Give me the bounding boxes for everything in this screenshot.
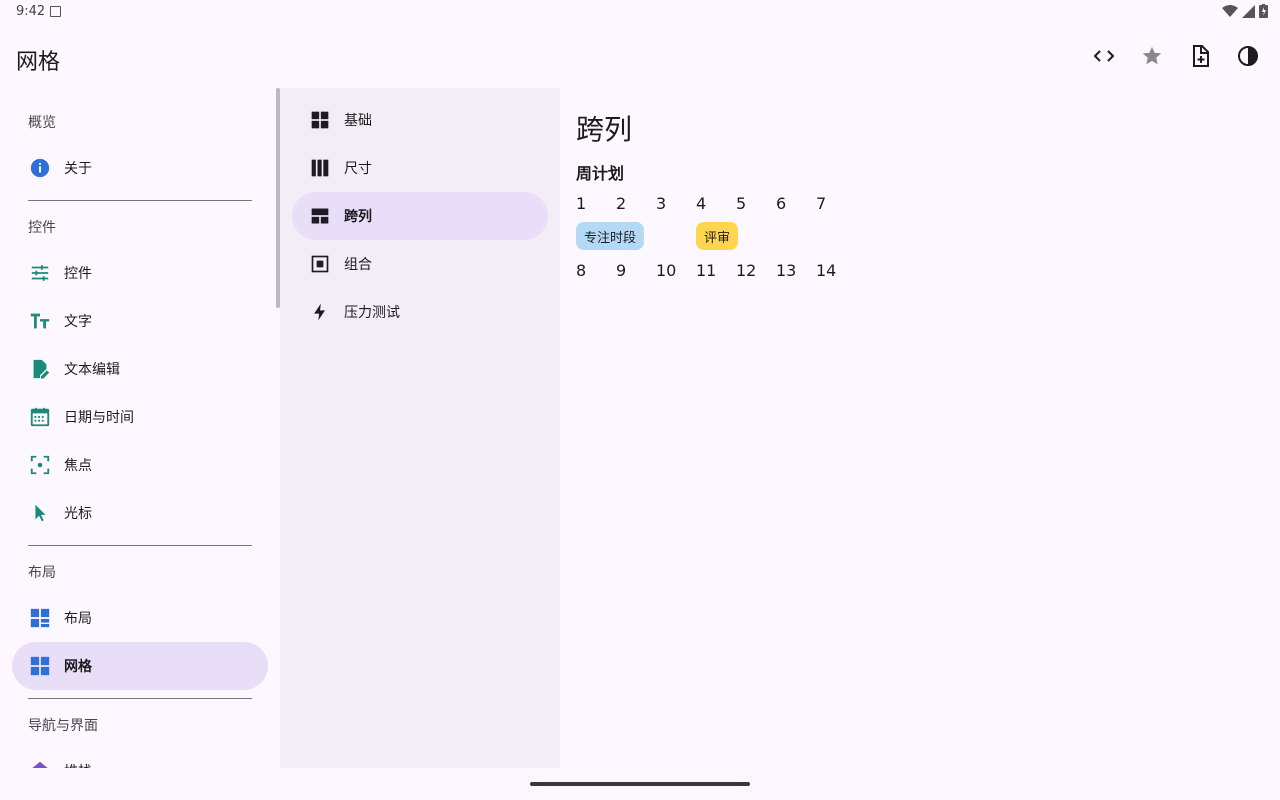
day-cell: 5 <box>736 194 747 213</box>
star-icon[interactable] <box>1140 44 1164 68</box>
divider <box>28 698 252 699</box>
nav-item-controls[interactable]: 控件 <box>12 249 268 297</box>
nav-item-label: 光标 <box>64 506 92 522</box>
grid-view-icon <box>308 108 332 132</box>
sub-item-span[interactable]: 跨列 <box>292 192 548 240</box>
note-add-icon[interactable] <box>1188 44 1212 68</box>
sub-item-label: 组合 <box>344 257 372 273</box>
event-chip-review[interactable]: 评审 <box>696 222 738 250</box>
nav-item-label: 文本编辑 <box>64 362 120 378</box>
notification-icon <box>50 6 61 17</box>
sub-item-label: 跨列 <box>344 209 372 225</box>
nav-item-label: 焦点 <box>64 458 92 474</box>
app-bar: 网格 <box>0 24 1280 88</box>
nav-item-about[interactable]: 关于 <box>12 144 268 192</box>
day-cell: 13 <box>776 261 797 280</box>
nav-item-cursor[interactable]: 光标 <box>12 489 268 537</box>
code-icon[interactable] <box>1092 44 1116 68</box>
status-icons <box>1222 4 1268 18</box>
divider <box>28 545 252 546</box>
battery-icon <box>1259 4 1268 18</box>
tune-icon <box>28 261 52 285</box>
section-title: 周计划 <box>576 164 625 183</box>
nav-item-datetime[interactable]: 日期与时间 <box>12 393 268 441</box>
gesture-handle[interactable] <box>530 782 750 786</box>
wifi-icon <box>1222 5 1238 17</box>
status-time: 9:42 <box>16 4 46 19</box>
day-cell: 12 <box>736 261 757 280</box>
info-icon <box>28 156 52 180</box>
day-cell: 9 <box>616 261 627 280</box>
sub-item-combo[interactable]: 组合 <box>292 240 548 288</box>
day-cell: 4 <box>696 194 707 213</box>
text-fields-icon <box>28 309 52 333</box>
status-bar: 9:42 <box>0 0 1280 24</box>
contrast-icon[interactable] <box>1236 44 1260 68</box>
nav-section-navigation: 导航与界面 <box>28 718 98 734</box>
day-cell: 11 <box>696 261 717 280</box>
nav-item-layout[interactable]: 布局 <box>12 594 268 642</box>
day-cell: 6 <box>776 194 787 213</box>
nav-item-label: 网格 <box>64 659 92 675</box>
dashboard-icon <box>28 606 52 630</box>
calendar-icon <box>28 405 52 429</box>
sub-item-basic[interactable]: 基础 <box>292 96 548 144</box>
event-chip-focus[interactable]: 专注时段 <box>576 222 644 250</box>
day-cell: 1 <box>576 194 587 213</box>
sub-navigation: 基础 尺寸 跨列 组合 压力测试 <box>280 88 560 768</box>
layers-icon <box>28 759 52 768</box>
bolt-icon <box>308 300 332 324</box>
nav-item-text-edit[interactable]: 文本编辑 <box>12 345 268 393</box>
sub-item-label: 压力测试 <box>344 305 400 321</box>
day-cell: 2 <box>616 194 627 213</box>
nav-section-overview: 概览 <box>28 115 56 131</box>
app-actions <box>1092 44 1260 68</box>
sub-item-label: 基础 <box>344 113 372 129</box>
day-cell: 10 <box>656 261 677 280</box>
center-focus-icon <box>28 453 52 477</box>
nav-section-layout: 布局 <box>28 565 56 581</box>
nav-section-controls: 控件 <box>28 220 56 236</box>
edit-document-icon <box>28 357 52 381</box>
nav-item-label: 控件 <box>64 266 92 282</box>
signal-icon <box>1242 4 1255 18</box>
sub-item-size[interactable]: 尺寸 <box>292 144 548 192</box>
nav-item-label: 文字 <box>64 314 92 330</box>
navigation-drawer: 概览 关于 控件 控件 文字 文本编辑 日期与时间 焦点 光标 布局 布局 网格… <box>0 88 280 768</box>
view-quilt-icon <box>308 204 332 228</box>
nav-item-partial[interactable]: 堆栈 <box>12 747 268 768</box>
nav-item-label: 关于 <box>64 161 92 177</box>
nav-item-label: 布局 <box>64 611 92 627</box>
nav-item-label: 日期与时间 <box>64 410 134 426</box>
day-cell: 14 <box>816 261 837 280</box>
day-cell: 8 <box>576 261 587 280</box>
day-cell: 3 <box>656 194 667 213</box>
nav-item-focus[interactable]: 焦点 <box>12 441 268 489</box>
nav-item-grid[interactable]: 网格 <box>12 642 268 690</box>
nav-item-text[interactable]: 文字 <box>12 297 268 345</box>
content-title: 跨列 <box>576 113 633 146</box>
select-all-icon <box>308 252 332 276</box>
sub-item-stress[interactable]: 压力测试 <box>292 288 548 336</box>
grid-view-icon <box>28 654 52 678</box>
nav-item-label: 堆栈 <box>64 761 92 768</box>
sub-item-label: 尺寸 <box>344 161 372 177</box>
pointer-icon <box>28 501 52 525</box>
view-week-icon <box>308 156 332 180</box>
day-cell: 7 <box>816 194 827 213</box>
page-title: 网格 <box>16 50 61 75</box>
divider <box>28 200 252 201</box>
